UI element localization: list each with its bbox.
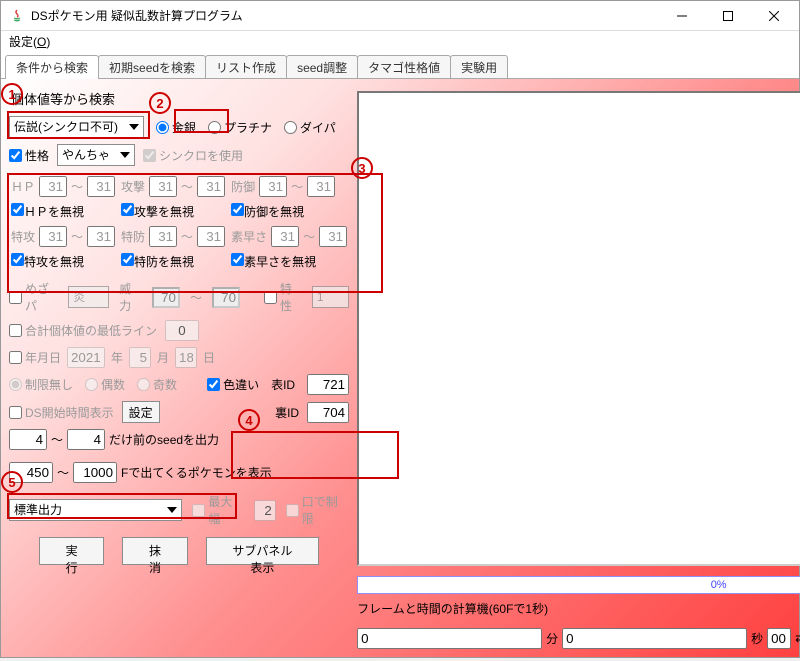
ability-select[interactable]: 1 — [312, 286, 349, 308]
spa-hi[interactable] — [87, 226, 115, 247]
date-month[interactable] — [129, 347, 151, 368]
tab-strip: 条件から検索 初期seedを検索 リスト作成 seed調整 タマゴ性格値 実験用 — [1, 53, 799, 79]
calc-sec[interactable] — [562, 628, 747, 649]
hp-power-hi[interactable] — [212, 287, 240, 308]
radio-diaper[interactable]: ダイパ — [284, 119, 336, 136]
menu-settings[interactable]: 設定(O) — [9, 35, 50, 49]
hp-power-lo[interactable] — [152, 287, 180, 308]
tab-seed-adjust[interactable]: seed調整 — [286, 55, 358, 79]
titlebar: DSポケモン用 疑似乱数計算プログラム — [1, 1, 799, 31]
def-ignore[interactable]: 防御を無視 — [231, 203, 304, 220]
frame-hi[interactable] — [73, 462, 117, 483]
date-checkbox[interactable]: 年月日 — [9, 349, 61, 366]
droponly-checkbox[interactable]: 口で制限 — [286, 493, 349, 527]
menubar: 設定(O) — [1, 31, 799, 53]
radio-platinum[interactable]: プラチナ — [208, 119, 272, 136]
atk-ignore[interactable]: 攻撃を無視 — [121, 203, 194, 220]
iv-grid: ＨＰ ～ 攻撃 ～ 防御 ～ ＨＰを無視 攻撃を無視 防御を無視 特攻 ～ 特防… — [9, 172, 349, 274]
spd-hi[interactable] — [197, 226, 225, 247]
radio-odd[interactable]: 奇数 — [137, 376, 177, 393]
subpanel-button[interactable]: サブパネル表示 — [206, 537, 320, 565]
java-icon — [9, 8, 25, 24]
atk-hi[interactable] — [197, 176, 225, 197]
spa-lo[interactable] — [39, 226, 67, 247]
radio-even[interactable]: 偶数 — [85, 376, 125, 393]
sync-checkbox[interactable]: シンクロを使用 — [143, 147, 243, 164]
seed-offset-lo[interactable] — [9, 429, 47, 450]
tab-search-initial-seed[interactable]: 初期seedを検索 — [98, 55, 206, 79]
tab-experimental[interactable]: 実験用 — [450, 55, 508, 79]
spa-ignore[interactable]: 特攻を無視 — [11, 253, 84, 270]
tab-search-by-condition[interactable]: 条件から検索 — [5, 55, 99, 79]
ds-start-checkbox[interactable]: DS開始時間表示 — [9, 404, 114, 421]
maxw-input[interactable] — [254, 500, 276, 521]
spd-lo[interactable] — [149, 226, 177, 247]
arrows-icon: ⇄ — [795, 631, 800, 645]
nature-select[interactable]: やんちゃ — [57, 144, 135, 166]
shiny-checkbox[interactable]: 色違い — [207, 376, 259, 393]
date-day[interactable] — [175, 347, 197, 368]
seed-offset-hi[interactable] — [67, 429, 105, 450]
def-lo[interactable] — [259, 176, 287, 197]
spd-ignore[interactable]: 特防を無視 — [121, 253, 194, 270]
output-select[interactable]: 標準出力 — [9, 499, 182, 521]
close-button[interactable] — [751, 1, 797, 31]
hp-hi[interactable] — [87, 176, 115, 197]
ability-checkbox[interactable]: 特性 — [264, 280, 302, 314]
sid-input[interactable] — [307, 402, 349, 423]
tab-list[interactable]: リスト作成 — [205, 55, 287, 79]
radio-gold-silver[interactable]: 金銀 — [156, 119, 196, 136]
frame-lo[interactable] — [9, 462, 53, 483]
window-title: DSポケモン用 疑似乱数計算プログラム — [31, 7, 659, 24]
hp-ignore[interactable]: ＨＰを無視 — [11, 203, 84, 220]
spe-hi[interactable] — [319, 226, 347, 247]
run-button[interactable]: 実行 — [39, 537, 104, 565]
def-hi[interactable] — [307, 176, 335, 197]
calc-min[interactable] — [357, 628, 542, 649]
hidden-power-type[interactable]: 炎 — [68, 286, 109, 308]
total-iv-value[interactable] — [165, 320, 199, 341]
minimize-button[interactable] — [659, 1, 705, 31]
progress-bar: 0% — [357, 576, 800, 594]
results-textarea[interactable] — [357, 91, 800, 566]
frame-calc-label: フレームと時間の計算機(60Fで1秒) — [357, 600, 800, 617]
calc-sub[interactable] — [767, 628, 791, 649]
clear-button[interactable]: 抹消 — [122, 537, 187, 565]
hidden-power-checkbox[interactable]: めざパ — [9, 280, 58, 314]
section-heading: 個体値等から検索 — [9, 87, 349, 110]
method-select[interactable]: 伝説(シンクロ不可) — [9, 116, 144, 138]
date-year[interactable] — [67, 347, 105, 368]
tab-egg-pid[interactable]: タマゴ性格値 — [357, 55, 451, 79]
hp-lo[interactable] — [39, 176, 67, 197]
nature-checkbox[interactable]: 性格 — [9, 147, 49, 164]
spe-ignore[interactable]: 素早さを無視 — [231, 253, 316, 270]
maxw-checkbox[interactable]: 最大幅 — [192, 493, 243, 527]
atk-lo[interactable] — [149, 176, 177, 197]
total-iv-checkbox[interactable]: 合計個体値の最低ライン — [9, 322, 157, 339]
radio-nolimit[interactable]: 制限無し — [9, 376, 73, 393]
tid-input[interactable] — [307, 374, 349, 395]
ds-start-button[interactable]: 設定 — [122, 401, 160, 423]
spe-lo[interactable] — [271, 226, 299, 247]
maximize-button[interactable] — [705, 1, 751, 31]
